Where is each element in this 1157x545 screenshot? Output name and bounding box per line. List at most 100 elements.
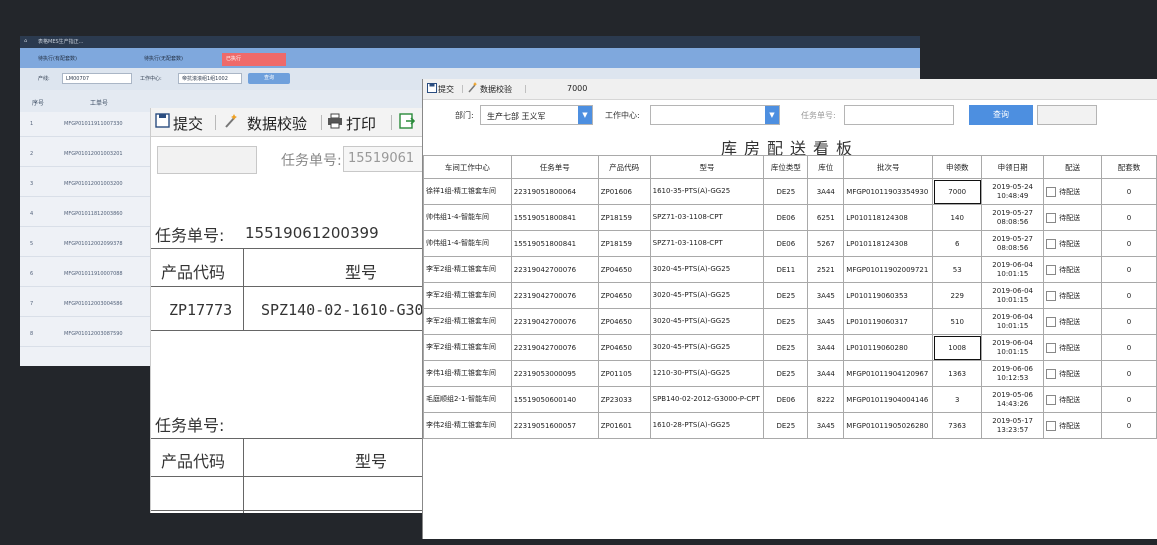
cell-model: SPZ71-03-1108-CPT <box>649 230 765 257</box>
cell-qty[interactable]: 53 <box>932 256 983 283</box>
cell-sets: 0 <box>1101 412 1157 439</box>
table-row[interactable]: 毛庭顺组2-1-智能车间 15519050600140 ZP23033 SPB140-… <box>423 386 1157 413</box>
row-index: 6 <box>30 271 34 277</box>
cell-workcenter: 李军2组-精工锥套车间 <box>423 308 512 335</box>
cell-delivery: 待配送 <box>1043 308 1103 335</box>
cell-model: 1610-35-PTS(A)-GG25 <box>649 178 765 205</box>
task-input-top[interactable]: 15519061 <box>343 146 423 172</box>
cell-sets: 0 <box>1101 360 1157 387</box>
save-icon[interactable] <box>155 113 170 132</box>
delivery-checkbox[interactable] <box>1046 186 1057 197</box>
toolbar-divider <box>391 115 392 130</box>
cell-task: 22319042700076 <box>510 282 599 309</box>
cell-date: 2019-06-04 10:01:15 <box>981 308 1045 335</box>
table-row[interactable]: 李军2组-精工锥套车间 22319042700076 ZP04650 3020-45-… <box>423 308 1157 335</box>
print-toolbar: 提交 数据校验 打印 <box>151 108 423 137</box>
cell-batch: LP010119060280 <box>843 334 934 361</box>
delivery-checkbox[interactable] <box>1046 238 1057 249</box>
table-row[interactable]: 李军2组-精工锥套车间 22319042700076 ZP04650 3020-45-… <box>423 334 1157 361</box>
table-row[interactable]: 李伟1组-精工锥套车间 22319053000095 ZP01105 1210-30-… <box>423 360 1157 387</box>
delivery-checkbox[interactable] <box>1046 394 1057 405</box>
cell-workcenter: 李伟1组-精工锥套车间 <box>423 360 512 387</box>
print-button[interactable]: 打印 <box>346 113 376 134</box>
extra-field[interactable] <box>1037 105 1097 125</box>
row-index: 7 <box>30 301 34 307</box>
chevron-down-icon[interactable]: ▼ <box>578 106 592 124</box>
cell-batch: MFGP01011904004146 <box>843 386 934 413</box>
table-row[interactable]: 帅伟组1-4-智能车间 15519051800841 ZP18159 SPZ71-03… <box>423 204 1157 231</box>
cell-loc-type: DE25 <box>763 334 809 361</box>
cell-delivery: 待配送 <box>1043 412 1103 439</box>
row-order-code: MFGP01012001003200 <box>64 181 123 187</box>
front-validate-button[interactable]: 数据校验 <box>480 84 512 95</box>
cell-date-day: 2019-06-04 <box>992 286 1033 295</box>
cell-qty[interactable]: 6 <box>932 230 983 257</box>
section1-col-code: 产品代码 <box>161 263 226 282</box>
delivery-checkbox[interactable] <box>1046 290 1057 301</box>
workcenter-select[interactable]: 帝抗滚滚组1组1002 <box>178 73 242 84</box>
delivery-checkbox[interactable] <box>1046 420 1057 431</box>
tab-pending-without-sets[interactable]: 待执行(无配套数) <box>140 53 187 66</box>
cell-loc: 3A45 <box>807 282 845 309</box>
table-row[interactable]: 帅伟组1-4-智能车间 15519051800841 ZP18159 SPZ71-03… <box>423 230 1157 257</box>
cell-code: ZP18159 <box>597 204 651 231</box>
delivery-checkbox[interactable] <box>1046 264 1057 275</box>
chevron-down-icon[interactable]: ▼ <box>765 106 779 124</box>
cell-qty[interactable]: 3 <box>932 386 983 413</box>
delivery-checkbox[interactable] <box>1046 368 1057 379</box>
cell-qty[interactable]: 510 <box>932 308 983 335</box>
cell-loc: 3A44 <box>807 334 845 361</box>
tab-pending-with-sets[interactable]: 待执行(有配套数) <box>34 53 81 66</box>
dept-select[interactable]: 生产七部 王义军 ▼ <box>480 105 593 125</box>
export-icon[interactable] <box>399 113 416 133</box>
table-row[interactable]: 李军2组-精工锥套车间 22319042700076 ZP04650 3020-45-… <box>423 282 1157 309</box>
table-row[interactable]: 李伟2组-精工锥套车间 22319051600057 ZP01601 1610-28-… <box>423 412 1157 439</box>
cell-date: 2019-05-06 14:43:26 <box>981 386 1045 413</box>
front-submit-button[interactable]: 提交 <box>438 84 454 95</box>
delivery-checkbox[interactable] <box>1046 342 1057 353</box>
row-index: 5 <box>30 241 34 247</box>
line-select[interactable]: LM00707 <box>62 73 132 84</box>
cell-task: 15519051800841 <box>510 230 599 257</box>
cell-code: ZP04650 <box>597 334 651 361</box>
cell-qty[interactable]: 1363 <box>932 360 983 387</box>
section1-task-value: 15519061200399 <box>245 224 379 242</box>
delivery-checkbox[interactable] <box>1046 212 1057 223</box>
cell-date-time: 10:01:15 <box>996 295 1029 304</box>
cell-loc-type: DE06 <box>763 230 809 257</box>
row-index: 3 <box>30 181 34 187</box>
printer-icon[interactable] <box>327 113 343 133</box>
wand-icon[interactable] <box>467 82 478 95</box>
section2-task-label: 任务单号: <box>155 416 225 435</box>
table-row[interactable]: 徐祥1组-精工锥套车间 22319051800064 ZP01606 1610-35-… <box>423 178 1157 205</box>
col-model: 型号 <box>649 155 765 179</box>
cell-batch: MFGP01011904120967 <box>843 360 934 387</box>
cell-qty[interactable]: 229 <box>932 282 983 309</box>
wand-icon[interactable] <box>223 113 239 133</box>
delivery-checkbox[interactable] <box>1046 316 1057 327</box>
tab-executed[interactable]: 已执行 <box>222 53 286 66</box>
workcenter-select[interactable]: ▼ <box>650 105 780 125</box>
query-button[interactable]: 查询 <box>969 105 1033 125</box>
col-loc-type: 库位类型 <box>763 155 809 179</box>
cell-qty[interactable]: 7000 <box>932 178 983 205</box>
cell-qty[interactable]: 7363 <box>932 412 983 439</box>
task-input[interactable] <box>844 105 954 125</box>
delivery-status-label: 待配送 <box>1059 369 1081 378</box>
back-query-button[interactable]: 查询 <box>248 73 290 84</box>
cell-qty[interactable]: 140 <box>932 204 983 231</box>
table-row[interactable]: 李军2组-精工锥套车间 22319042700076 ZP04650 3020-45-… <box>423 256 1157 283</box>
submit-button[interactable]: 提交 <box>173 113 203 134</box>
validate-button[interactable]: 数据校验 <box>247 113 307 134</box>
toolbar-divider: | <box>461 84 464 93</box>
dept-label: 部门: <box>455 111 474 120</box>
cell-qty[interactable]: 1008 <box>932 334 983 361</box>
save-icon[interactable] <box>427 83 437 95</box>
cell-model: 3020-45-PTS(A)-GG25 <box>649 282 765 309</box>
cell-model: SPB140-02-2012-G3000-P-CPT <box>649 386 765 413</box>
cell-date-time: 08:08:56 <box>996 243 1029 252</box>
table-header-row: 车间工作中心 任务单号 产品代码 型号 库位类型 库位 批次号 申领数 申领日期… <box>423 155 1157 179</box>
home-icon[interactable]: ⌂ <box>24 38 27 44</box>
print-search-box[interactable] <box>157 146 257 174</box>
cell-delivery: 待配送 <box>1043 230 1103 257</box>
